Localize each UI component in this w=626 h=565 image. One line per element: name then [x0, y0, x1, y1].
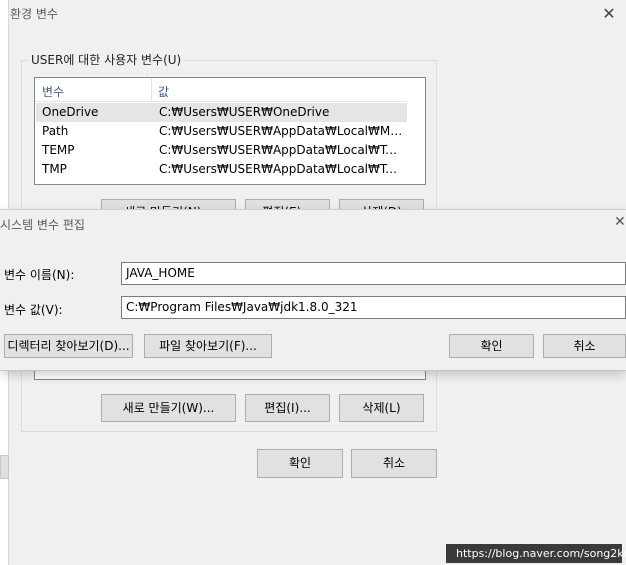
variable-value-input[interactable]: C:₩Program Files₩Java₩jdk1.8.0_321 [121, 296, 626, 319]
variable-name: Path [42, 124, 69, 138]
close-icon[interactable]: ✕ [614, 214, 626, 230]
watermark: https://blog.naver.com/song2ku [446, 544, 626, 563]
variable-name: TEMP [42, 143, 75, 157]
system-edit-button[interactable]: 편집(I)... [245, 394, 330, 422]
browse-directory-button[interactable]: 디렉터리 찾아보기(D)... [4, 334, 133, 358]
variable-name: TMP [42, 162, 67, 176]
user-variables-list[interactable]: 변수 값 OneDrive C:₩Users₩USER₩OneDrive Pat… [34, 77, 426, 185]
system-new-button[interactable]: 새로 만들기(W)... [101, 394, 236, 422]
variable-value: C:₩Users₩USER₩AppData₩Local₩Microsoft₩Wi… [159, 124, 404, 138]
dialog-title: 시스템 변수 편집 [0, 218, 85, 232]
variable-value: C:₩Users₩USER₩AppData₩Local₩Temp [159, 162, 404, 176]
user-variables-group-title: USER에 대한 사용자 변수(U) [28, 51, 185, 68]
list-item[interactable]: OneDrive C:₩Users₩USER₩OneDrive [36, 103, 407, 122]
variable-value-label: 변수 값(V): [4, 303, 63, 317]
list-item[interactable]: TEMP C:₩Users₩USER₩AppData₩Local₩Temp [36, 141, 407, 160]
column-divider[interactable] [151, 78, 152, 102]
system-delete-button[interactable]: 삭제(L) [339, 394, 424, 422]
browse-file-button[interactable]: 파일 찾아보기(F)... [144, 334, 272, 358]
list-item[interactable]: Path C:₩Users₩USER₩AppData₩Local₩Microso… [36, 122, 407, 141]
background-window-edge [0, 455, 9, 479]
ok-button[interactable]: 확인 [257, 449, 343, 478]
edit-ok-button[interactable]: 확인 [449, 334, 534, 358]
column-header-name[interactable]: 변수 [42, 83, 64, 100]
edit-cancel-button[interactable]: 취소 [543, 334, 626, 358]
variable-name-label: 변수 이름(N): [4, 268, 75, 282]
variable-name-input[interactable]: JAVA_HOME [121, 262, 626, 285]
variable-name: OneDrive [42, 105, 99, 119]
list-header: 변수 값 [35, 78, 407, 102]
variable-value: C:₩Users₩USER₩AppData₩Local₩Temp [159, 143, 404, 157]
close-icon[interactable]: ✕ [595, 0, 623, 28]
cancel-button[interactable]: 취소 [351, 449, 437, 478]
list-item[interactable]: TMP C:₩Users₩USER₩AppData₩Local₩Temp [36, 160, 407, 179]
window-title: 환경 변수 [10, 7, 58, 21]
column-header-value[interactable]: 값 [158, 83, 169, 100]
edit-system-variable-dialog: 시스템 변수 편집 ✕ 변수 이름(N): JAVA_HOME 변수 값(V):… [0, 209, 626, 371]
variable-value: C:₩Users₩USER₩OneDrive [159, 105, 330, 119]
